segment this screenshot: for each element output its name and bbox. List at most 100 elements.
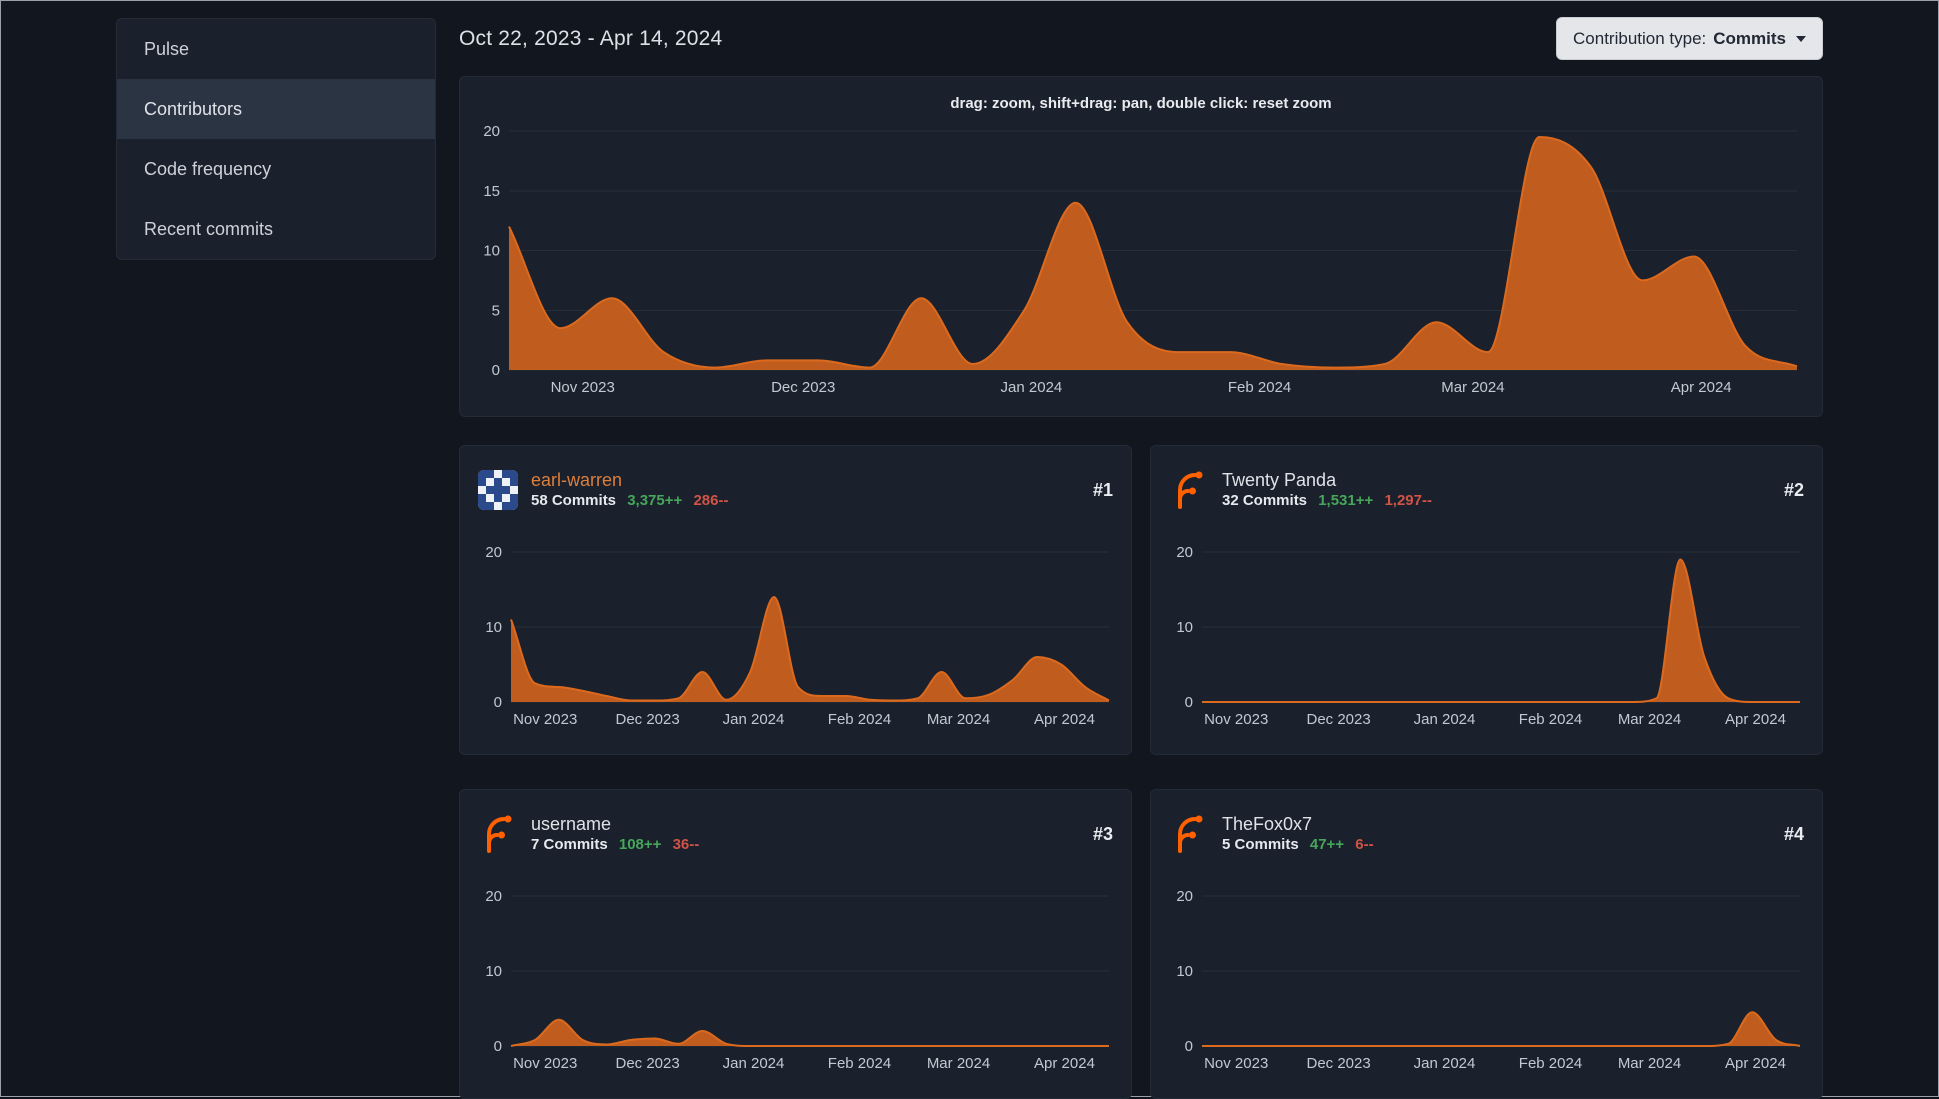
svg-text:Feb 2024: Feb 2024 bbox=[1519, 711, 1582, 728]
svg-text:10: 10 bbox=[1176, 619, 1193, 636]
svg-text:20: 20 bbox=[1176, 546, 1193, 561]
sidebar-item-pulse[interactable]: Pulse bbox=[117, 19, 435, 79]
contributor-info: TheFox0x7 5 Commits 47++ 6-- bbox=[1222, 813, 1772, 855]
additions-count: 47++ bbox=[1309, 836, 1345, 853]
svg-text:Nov 2023: Nov 2023 bbox=[551, 379, 615, 396]
svg-text:Feb 2024: Feb 2024 bbox=[1228, 379, 1291, 396]
contributor-info: Twenty Panda 32 Commits 1,531++ 1,297-- bbox=[1222, 469, 1772, 511]
svg-text:5: 5 bbox=[492, 302, 500, 319]
contributor-chart-1[interactable]: 0 10 20 Nov 2023 Dec 2023 Jan 2024 Feb 2024 Mar… bbox=[478, 544, 1113, 738]
commits-count: 58 Commits bbox=[531, 492, 617, 509]
svg-text:Apr 2024: Apr 2024 bbox=[1671, 379, 1732, 396]
contributor-chart-4[interactable]: 0 10 20 Nov 2023 Dec 2023 Jan 2024 Feb 2024 Mar… bbox=[1169, 888, 1804, 1082]
svg-text:Dec 2023: Dec 2023 bbox=[615, 711, 679, 728]
svg-text:Jan 2024: Jan 2024 bbox=[723, 711, 785, 728]
svg-text:Feb 2024: Feb 2024 bbox=[828, 711, 891, 728]
contributor-name[interactable]: earl-warren bbox=[531, 469, 1081, 491]
deletions-count: 36-- bbox=[672, 836, 700, 853]
svg-text:Mar 2024: Mar 2024 bbox=[1618, 711, 1681, 728]
commits-count: 32 Commits bbox=[1222, 492, 1308, 509]
contributor-grid: earl-warren 58 Commits 3,375++ 286-- #1 … bbox=[459, 445, 1823, 1099]
svg-text:Dec 2023: Dec 2023 bbox=[615, 1055, 679, 1072]
svg-text:Apr 2024: Apr 2024 bbox=[1034, 711, 1095, 728]
contributor-chart-3[interactable]: 0 10 20 Nov 2023 Dec 2023 Jan 2024 Feb 2024 Mar… bbox=[478, 888, 1113, 1082]
forgejo-logo-icon bbox=[1178, 815, 1203, 853]
commits-count: 5 Commits bbox=[1222, 836, 1299, 853]
svg-text:20: 20 bbox=[485, 546, 502, 561]
svg-text:10: 10 bbox=[485, 619, 502, 636]
contributor-header: username 7 Commits 108++ 36-- #3 bbox=[478, 808, 1113, 860]
svg-text:10: 10 bbox=[485, 963, 502, 980]
sidebar-menu: Pulse Contributors Code frequency Recent… bbox=[116, 18, 436, 260]
sidebar-item-code-frequency[interactable]: Code frequency bbox=[117, 139, 435, 199]
contributor-name: TheFox0x7 bbox=[1222, 814, 1313, 834]
contributor-name: Twenty Panda bbox=[1222, 470, 1337, 490]
svg-text:Jan 2024: Jan 2024 bbox=[1001, 379, 1063, 396]
identicon-image bbox=[478, 470, 518, 510]
svg-text:20: 20 bbox=[485, 890, 502, 905]
svg-text:Feb 2024: Feb 2024 bbox=[828, 1055, 891, 1072]
contributor-header: Twenty Panda 32 Commits 1,531++ 1,297-- … bbox=[1169, 464, 1804, 516]
sidebar-item-contributors[interactable]: Contributors bbox=[117, 79, 435, 139]
contributor-rank: #2 bbox=[1783, 479, 1804, 500]
contributor-rank: #3 bbox=[1092, 823, 1113, 844]
svg-text:Mar 2024: Mar 2024 bbox=[1441, 379, 1504, 396]
svg-text:10: 10 bbox=[483, 243, 500, 260]
deletions-count: 6-- bbox=[1355, 836, 1374, 853]
contributor-card-4: TheFox0x7 5 Commits 47++ 6-- #4 0 10 20 Nov… bbox=[1150, 789, 1823, 1099]
contributor-card-2: Twenty Panda 32 Commits 1,531++ 1,297-- … bbox=[1150, 445, 1823, 755]
contributor-info: earl-warren 58 Commits 3,375++ 286-- bbox=[531, 469, 1081, 511]
svg-text:Jan 2024: Jan 2024 bbox=[1414, 1055, 1476, 1072]
contributor-name: username bbox=[531, 814, 612, 834]
svg-text:Feb 2024: Feb 2024 bbox=[1519, 1055, 1582, 1072]
contributor-info: username 7 Commits 108++ 36-- bbox=[531, 813, 1081, 855]
svg-text:20: 20 bbox=[1176, 890, 1193, 905]
svg-text:Jan 2024: Jan 2024 bbox=[723, 1055, 785, 1072]
contributor-chart-2[interactable]: 0 10 20 Nov 2023 Dec 2023 Jan 2024 Feb 2024 Mar… bbox=[1169, 544, 1804, 738]
svg-text:Dec 2023: Dec 2023 bbox=[1306, 1055, 1370, 1072]
additions-count: 108++ bbox=[618, 836, 662, 853]
svg-text:Apr 2024: Apr 2024 bbox=[1034, 1055, 1095, 1072]
svg-text:0: 0 bbox=[494, 694, 502, 711]
forgejo-logo-avatar bbox=[1169, 814, 1209, 854]
svg-text:0: 0 bbox=[492, 362, 500, 379]
forgejo-logo-avatar bbox=[478, 814, 518, 854]
sidebar-item-recent-commits[interactable]: Recent commits bbox=[117, 199, 435, 259]
deletions-count: 286-- bbox=[693, 492, 729, 509]
svg-text:Dec 2023: Dec 2023 bbox=[771, 379, 835, 396]
svg-text:Mar 2024: Mar 2024 bbox=[927, 1055, 990, 1072]
chart-zoom-hint: drag: zoom, shift+drag: pan, double clic… bbox=[950, 95, 1332, 112]
header-row: Oct 22, 2023 - Apr 14, 2024 Contribution… bbox=[459, 17, 1823, 60]
svg-text:Jan 2024: Jan 2024 bbox=[1414, 711, 1476, 728]
contributor-card-1: earl-warren 58 Commits 3,375++ 286-- #1 … bbox=[459, 445, 1132, 755]
forgejo-logo-icon bbox=[1178, 471, 1203, 509]
svg-text:Nov 2023: Nov 2023 bbox=[513, 711, 577, 728]
main-activity-chart[interactable]: 0 5 10 15 20 Nov 2023 Dec 2023 Jan 2024 Feb 2024… bbox=[476, 123, 1806, 402]
main-content: Oct 22, 2023 - Apr 14, 2024 Contribution… bbox=[459, 1, 1823, 1099]
contribution-type-button[interactable]: Contribution type: Commits bbox=[1556, 17, 1823, 60]
svg-text:0: 0 bbox=[1185, 1038, 1193, 1055]
forgejo-logo-icon bbox=[487, 815, 512, 853]
forgejo-logo-avatar bbox=[1169, 470, 1209, 510]
svg-text:10: 10 bbox=[1176, 963, 1193, 980]
additions-count: 3,375++ bbox=[627, 492, 683, 509]
additions-count: 1,531++ bbox=[1318, 492, 1374, 509]
main-chart-card: drag: zoom, shift+drag: pan, double clic… bbox=[459, 76, 1823, 417]
deletions-count: 1,297-- bbox=[1384, 492, 1432, 509]
contributor-card-3: username 7 Commits 108++ 36-- #3 0 10 20 No… bbox=[459, 789, 1132, 1099]
svg-text:Mar 2024: Mar 2024 bbox=[927, 711, 990, 728]
commits-count: 7 Commits bbox=[531, 836, 608, 853]
svg-text:Nov 2023: Nov 2023 bbox=[1204, 1055, 1268, 1072]
contributor-stats: 58 Commits 3,375++ 286-- bbox=[531, 491, 1081, 511]
contributor-header: TheFox0x7 5 Commits 47++ 6-- #4 bbox=[1169, 808, 1804, 860]
contributor-rank: #4 bbox=[1783, 823, 1804, 844]
contributor-header: earl-warren 58 Commits 3,375++ 286-- #1 bbox=[478, 464, 1113, 516]
svg-text:Nov 2023: Nov 2023 bbox=[1204, 711, 1268, 728]
svg-text:Apr 2024: Apr 2024 bbox=[1725, 1055, 1786, 1072]
contributor-rank: #1 bbox=[1092, 479, 1113, 500]
svg-text:Dec 2023: Dec 2023 bbox=[1306, 711, 1370, 728]
earl-warren-avatar[interactable] bbox=[478, 470, 518, 510]
svg-text:0: 0 bbox=[1185, 694, 1193, 711]
svg-text:Nov 2023: Nov 2023 bbox=[513, 1055, 577, 1072]
svg-text:Mar 2024: Mar 2024 bbox=[1618, 1055, 1681, 1072]
